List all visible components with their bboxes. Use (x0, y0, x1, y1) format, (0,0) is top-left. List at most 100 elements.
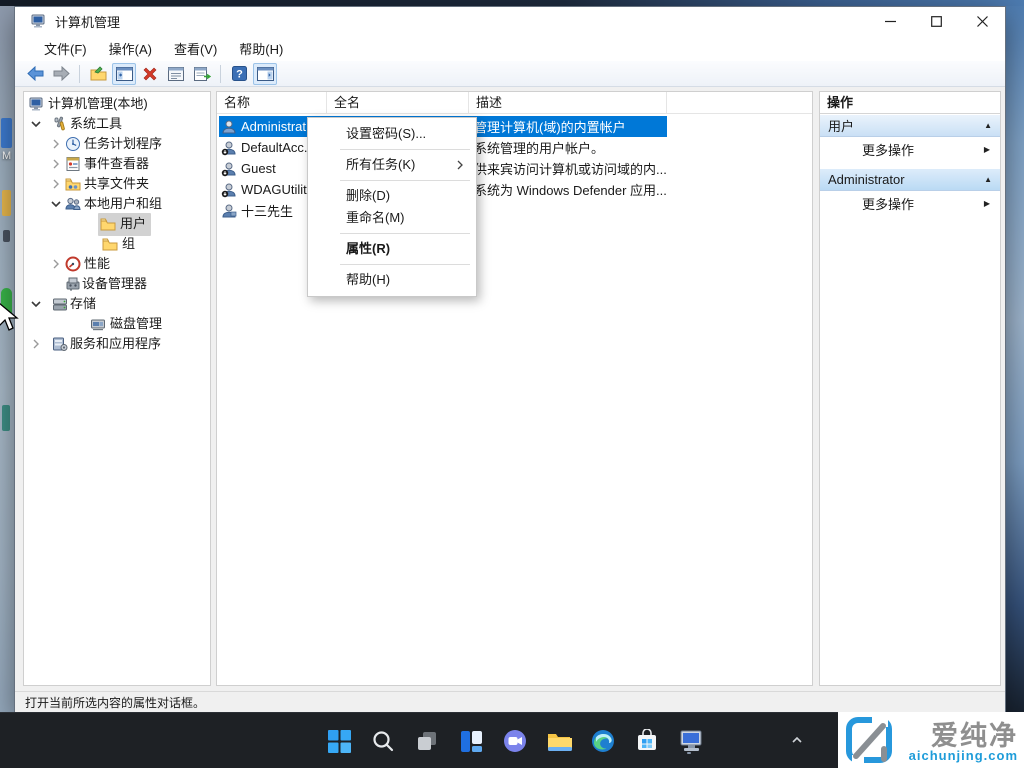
tree-item-shared-folders[interactable]: 共享文件夹 (24, 174, 210, 194)
chevron-collapsed-icon[interactable] (50, 258, 62, 270)
chevron-expanded-icon[interactable] (50, 198, 62, 210)
collapse-arrow-icon[interactable]: ▲ (984, 175, 992, 184)
tree-item-computer-management[interactable]: 计算机管理(本地) (24, 94, 210, 114)
menu-file[interactable]: 文件(F) (33, 35, 98, 62)
tree-item-local-users-groups[interactable]: 本地用户和组 (24, 194, 210, 214)
tree-item-device-manager[interactable]: 设备管理器 (24, 274, 210, 294)
user-name: Administrat.. (241, 119, 313, 134)
menu-item-all-tasks[interactable]: 所有任务(K) (308, 154, 476, 176)
menu-help[interactable]: 帮助(H) (228, 35, 294, 62)
task-view-icon[interactable] (405, 721, 449, 761)
submenu-arrow-icon: ▶ (984, 145, 990, 154)
tree-item-label: 系统工具 (70, 114, 122, 134)
tree-item-label: 服务和应用程序 (70, 334, 161, 354)
user-icon (221, 119, 237, 135)
chevron-expanded-icon[interactable] (30, 118, 42, 130)
maximize-button[interactable] (913, 7, 959, 35)
menu-separator (340, 180, 470, 181)
computer-icon (29, 96, 45, 112)
desktop-icon-sliver-teal[interactable] (2, 405, 10, 431)
actions-section-users[interactable]: 用户 ▲ (820, 114, 1000, 137)
tree-item-groups[interactable]: 组 (24, 234, 210, 254)
tree-item-storage[interactable]: 存储 (24, 294, 210, 314)
export-list-button[interactable] (190, 63, 214, 85)
tree-item-system-tools[interactable]: 系统工具 (24, 114, 210, 134)
tree-item-label: 存储 (70, 294, 96, 314)
search-icon[interactable] (361, 721, 405, 761)
submenu-chevron-icon (456, 154, 464, 183)
minimize-button[interactable] (867, 7, 913, 35)
chevron-collapsed-icon[interactable] (50, 178, 62, 190)
title-bar[interactable]: 计算机管理 (15, 7, 1005, 35)
close-button[interactable] (959, 7, 1005, 35)
actions-section-administrator[interactable]: Administrator ▲ (820, 168, 1000, 191)
desktop-right-strip (1006, 0, 1024, 712)
desktop-icon-sliver-dark[interactable] (3, 230, 10, 242)
tree-item-disk-management[interactable]: 磁盘管理 (24, 314, 210, 334)
store-icon[interactable] (625, 721, 669, 761)
menu-item-delete[interactable]: 删除(D) (308, 185, 476, 207)
watermark-domain: aichunjing.com (909, 748, 1018, 763)
tree-item-label: 事件查看器 (84, 154, 149, 174)
services-icon (52, 336, 68, 352)
properties-button[interactable] (164, 63, 188, 85)
tray-chevron-up-icon[interactable] (790, 733, 804, 750)
tree-item-task-scheduler[interactable]: 任务计划程序 (24, 134, 210, 154)
tree-item-label: 任务计划程序 (84, 134, 162, 154)
menu-item-rename[interactable]: 重命名(M) (308, 207, 476, 229)
tree-item-label: 本地用户和组 (84, 194, 162, 214)
user-description: 管理计算机(域)的内置帐户 (474, 117, 626, 136)
column-header-name[interactable]: 名称 (217, 92, 327, 114)
tree-item-performance[interactable]: 性能 (24, 254, 210, 274)
tree-item-label: 共享文件夹 (84, 174, 149, 194)
computer-management-taskbar-icon[interactable] (669, 721, 713, 761)
chevron-collapsed-icon[interactable] (30, 338, 42, 350)
tree-item-event-viewer[interactable]: 事件查看器 (24, 154, 210, 174)
tree-item-label: 用户 (120, 214, 146, 234)
back-button[interactable] (23, 63, 47, 85)
forward-button[interactable] (49, 63, 73, 85)
performance-icon (65, 256, 81, 272)
user-disabled-icon (221, 140, 237, 156)
up-folder-button[interactable] (86, 63, 110, 85)
actions-panel-title: 操作 (820, 92, 1000, 114)
storage-icon (52, 296, 68, 312)
show-action-pane-button[interactable] (253, 63, 277, 85)
chat-icon[interactable] (493, 721, 537, 761)
user-name: 十三先生 (241, 201, 293, 220)
show-console-tree-button[interactable] (112, 63, 136, 85)
column-header-description[interactable]: 描述 (469, 92, 667, 114)
menu-action[interactable]: 操作(A) (98, 35, 163, 62)
more-actions-label: 更多操作 (862, 194, 984, 213)
tree-item-label: 计算机管理(本地) (48, 94, 148, 114)
edge-icon[interactable] (581, 721, 625, 761)
menu-item-label: 所有任务(K) (346, 157, 415, 172)
chevron-expanded-icon[interactable] (30, 298, 42, 310)
menu-item-properties[interactable]: 属性(R) (308, 238, 476, 260)
desktop-icon-label: M (2, 150, 11, 162)
menu-view[interactable]: 查看(V) (163, 35, 228, 62)
column-header-fullname[interactable]: 全名 (327, 92, 469, 114)
widgets-icon[interactable] (449, 721, 493, 761)
tree-item-services-applications[interactable]: 服务和应用程序 (24, 334, 210, 354)
menu-item-help[interactable]: 帮助(H) (308, 269, 476, 291)
start-button[interactable] (317, 721, 361, 761)
folder-icon (100, 216, 116, 232)
tree-item-users[interactable]: 用户 (24, 214, 210, 234)
chevron-collapsed-icon[interactable] (50, 158, 62, 170)
desktop-icon-sliver-yellow[interactable] (2, 190, 11, 216)
chevron-collapsed-icon[interactable] (50, 138, 62, 150)
delete-button[interactable] (138, 63, 162, 85)
menu-item-set-password[interactable]: 设置密码(S)... (308, 123, 476, 145)
submenu-arrow-icon: ▶ (984, 199, 990, 208)
more-actions-administrator[interactable]: 更多操作 ▶ (820, 191, 1000, 215)
help-button[interactable]: ? (227, 63, 251, 85)
collapse-arrow-icon[interactable]: ▲ (984, 121, 992, 130)
more-actions-label: 更多操作 (862, 140, 984, 159)
user-icon (221, 203, 237, 219)
more-actions-users[interactable]: 更多操作 ▶ (820, 137, 1000, 161)
console-tree-panel: 计算机管理(本地) 系统工具 任务计划程序 事件查看器 共享文件夹 (23, 91, 211, 686)
menu-separator (340, 233, 470, 234)
file-explorer-icon[interactable] (537, 721, 581, 761)
desktop-icon-sliver-blue[interactable] (1, 118, 12, 148)
